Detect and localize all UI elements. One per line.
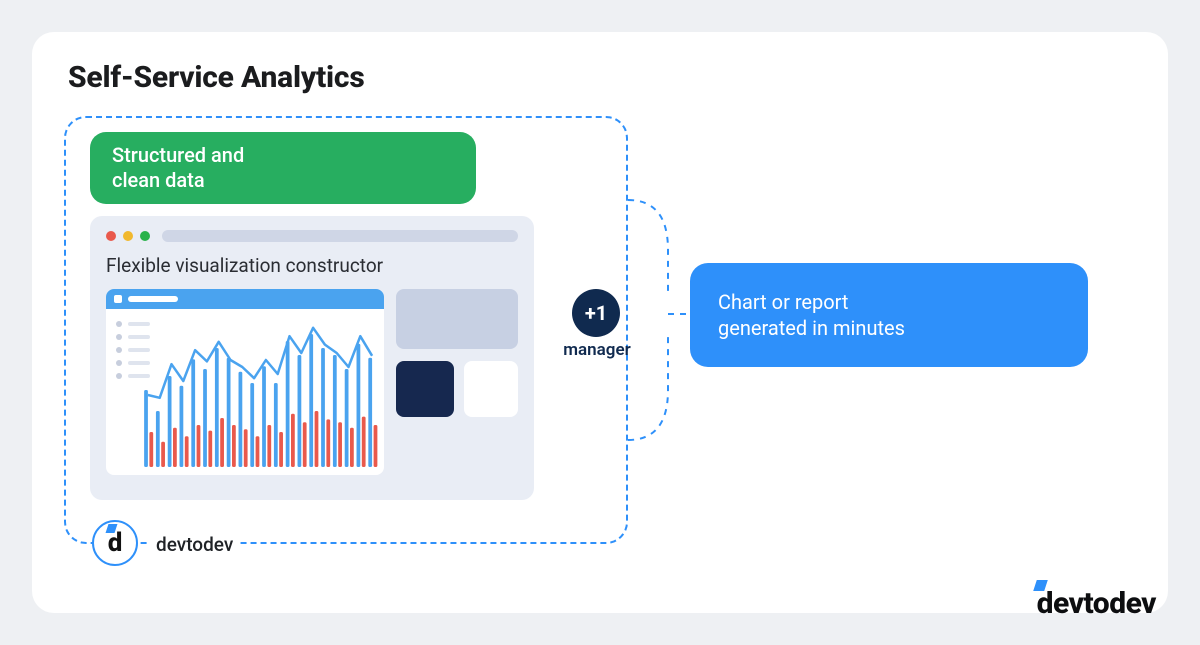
window-dots [106, 231, 150, 241]
structured-data-card: Structured and clean data [90, 132, 476, 204]
structured-data-label: Structured and clean data [112, 143, 244, 193]
address-bar-placeholder [162, 230, 518, 242]
browser-subtitle: Flexible visualization constructor [106, 254, 518, 277]
page-title: Self-Service Analytics [68, 60, 1132, 95]
window-minimize-icon [123, 231, 133, 241]
side-cards [396, 289, 518, 475]
chart-svg [142, 317, 378, 467]
window-close-icon [106, 231, 116, 241]
brand-text: evtodev [1053, 586, 1156, 621]
plus-one-badge: +1 [572, 289, 620, 337]
brand-logo: devtodev [1037, 586, 1156, 621]
browser-body [106, 289, 518, 475]
plus-one-label: manager [554, 340, 640, 360]
devtodev-d-icon: d [108, 528, 123, 558]
result-label: Chart or report generated in minutes [718, 289, 905, 341]
devtodev-badge-icon: d [92, 520, 138, 566]
browser-mock: Flexible visualization constructor [90, 216, 534, 500]
browser-topbar [106, 230, 518, 242]
brand-accent-icon: d [1037, 586, 1053, 621]
plus-one-value: +1 [585, 301, 607, 325]
chart-toolbar [106, 289, 384, 309]
canvas: Self-Service Analytics Structured and cl… [0, 0, 1200, 645]
window-zoom-icon [140, 231, 150, 241]
side-card-b [396, 361, 454, 417]
result-card: Chart or report generated in minutes [690, 263, 1088, 367]
side-row [396, 361, 518, 417]
chart-card [106, 289, 384, 475]
side-card-c [464, 361, 518, 417]
toolbar-icon [114, 295, 122, 303]
toolbar-line [128, 296, 178, 302]
devtodev-badge-label: devtodev [150, 533, 239, 556]
side-card-a [396, 289, 518, 349]
